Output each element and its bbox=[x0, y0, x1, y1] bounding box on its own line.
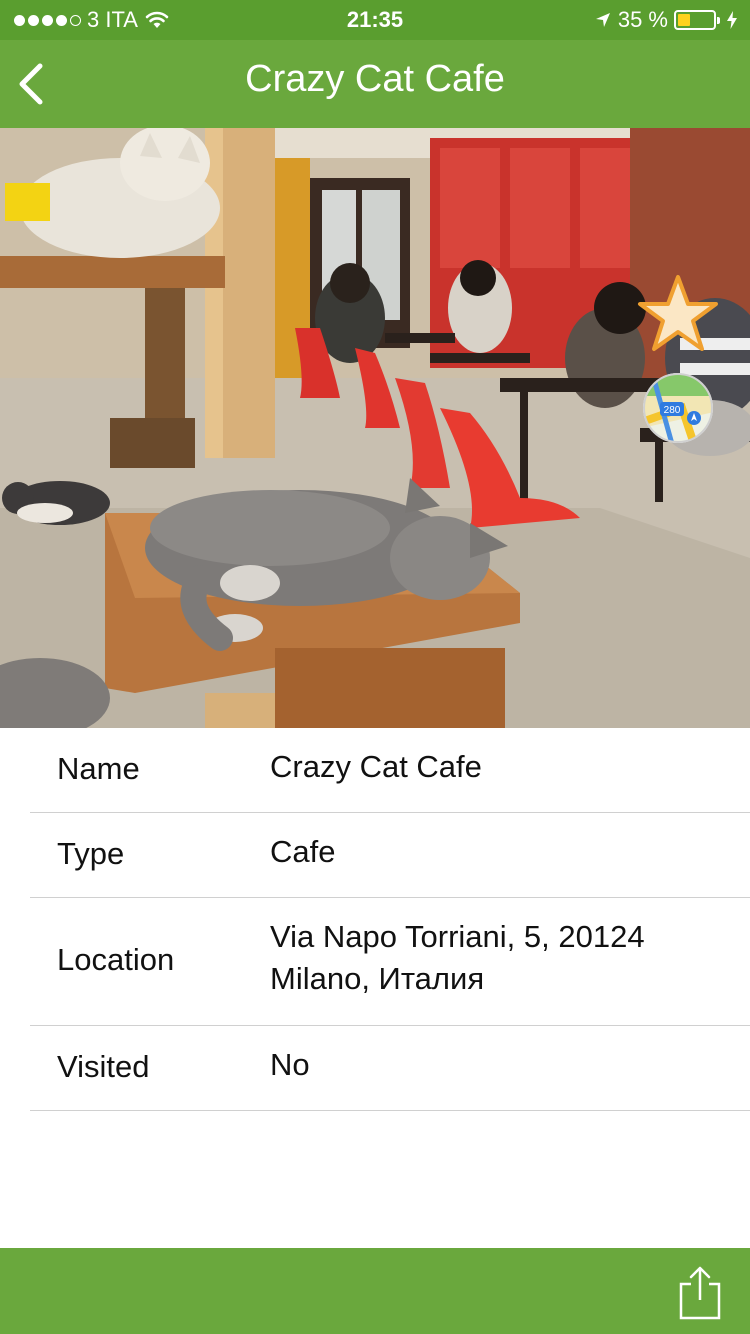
type-value: Cafe bbox=[270, 834, 336, 869]
type-label: Type bbox=[57, 836, 125, 871]
maps-app-icon: 280 bbox=[643, 373, 713, 443]
location-value: Via Napo Torriani, 5, 20124 Milano, Итал… bbox=[270, 919, 645, 996]
detail-row-location: Location Via Napo Torriani, 5, 20124 Mil… bbox=[0, 898, 750, 1026]
share-button[interactable] bbox=[676, 1264, 724, 1322]
battery-level bbox=[678, 14, 690, 26]
battery-percent: 35 % bbox=[617, 7, 668, 32]
star-icon bbox=[638, 275, 718, 351]
row-separator bbox=[30, 1110, 750, 1111]
page-title: Crazy Cat Cafe bbox=[245, 58, 505, 100]
share-icon bbox=[679, 1266, 721, 1320]
detail-row-type: Type Cafe bbox=[0, 813, 750, 898]
maps-icon-route-number: 280 bbox=[664, 405, 681, 416]
battery-icon bbox=[674, 10, 720, 30]
place-details-list: Name Crazy Cat Cafe Type Cafe Location V… bbox=[0, 728, 750, 1111]
visited-value: No bbox=[270, 1047, 310, 1082]
name-label: Name bbox=[57, 751, 140, 786]
location-label: Location bbox=[57, 942, 175, 977]
open-maps-button[interactable]: 280 bbox=[642, 372, 714, 444]
status-bar: 3 ITA 21:35 35 % bbox=[0, 0, 750, 40]
status-right: 35 % bbox=[594, 7, 738, 33]
favorite-button[interactable] bbox=[636, 273, 720, 353]
navigation-bar: Crazy Cat Cafe bbox=[0, 40, 750, 128]
detail-row-visited: Visited No bbox=[0, 1026, 750, 1111]
location-arrow-icon bbox=[595, 13, 610, 27]
bottom-toolbar bbox=[0, 1248, 750, 1334]
visited-label: Visited bbox=[57, 1049, 150, 1084]
name-value: Crazy Cat Cafe bbox=[270, 749, 482, 784]
place-photo: 280 bbox=[0, 128, 750, 728]
detail-row-name: Name Crazy Cat Cafe bbox=[0, 728, 750, 813]
charging-bolt-icon bbox=[727, 11, 737, 29]
cat-cafe-photo bbox=[0, 128, 750, 728]
